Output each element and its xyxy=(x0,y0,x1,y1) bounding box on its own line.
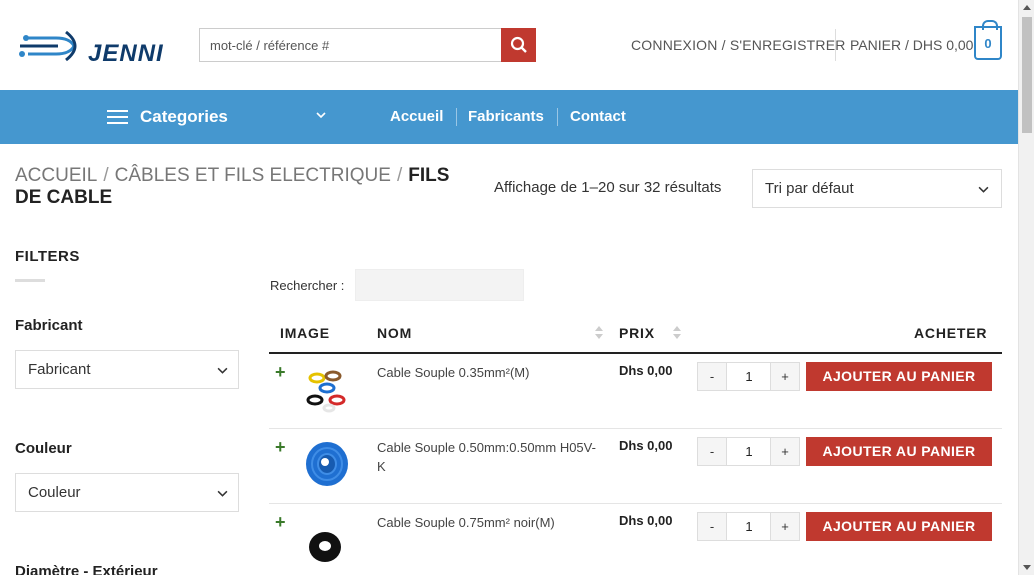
table-row: + Cable Souple 0.50mm:0.50mm H05V-K Dhs … xyxy=(269,429,1002,504)
scroll-thumb[interactable] xyxy=(1022,17,1032,133)
chevron-down-icon xyxy=(217,367,228,374)
product-name[interactable]: Cable Souple 0.50mm:0.50mm H05V-K xyxy=(377,438,597,476)
sort-select[interactable]: Tri par défaut xyxy=(752,169,1002,208)
table-search-label: Rechercher : xyxy=(270,278,345,293)
breadcrumb-separator: / xyxy=(396,165,403,186)
sort-value: Tri par défaut xyxy=(765,180,854,197)
product-thumbnail[interactable] xyxy=(303,514,351,564)
search-input[interactable] xyxy=(199,28,502,62)
quantity-increment-button[interactable]: + xyxy=(770,438,799,465)
breadcrumb: ACCUEIL / CÂBLES ET FILS ELECTRIQUE / FILS D… xyxy=(15,165,465,209)
column-header-image: IMAGE xyxy=(280,325,330,341)
expand-row-icon[interactable]: + xyxy=(275,512,286,533)
table-row: + Cable Souple 0.35mm²(M) Dhs 0,00 - 1 +… xyxy=(269,354,1002,429)
filter-select-fabricant[interactable]: Fabricant xyxy=(15,350,239,389)
chevron-down-icon[interactable] xyxy=(316,110,326,120)
chevron-down-icon xyxy=(217,490,228,497)
quantity-increment-button[interactable]: + xyxy=(770,513,799,540)
column-header-price[interactable]: PRIX xyxy=(619,325,655,341)
header-divider xyxy=(835,29,836,61)
chevron-down-icon xyxy=(978,186,989,193)
filter-value: Fabricant xyxy=(28,361,91,378)
add-to-cart-button[interactable]: AJOUTER AU PANIER xyxy=(806,437,992,466)
breadcrumb-home[interactable]: ACCUEIL xyxy=(15,165,97,186)
add-to-cart-button[interactable]: AJOUTER AU PANIER xyxy=(806,512,992,541)
cart-icon[interactable]: 0 xyxy=(974,20,1002,60)
table-row: + Cable Souple 0.75mm² noir(M) Dhs 0,00 … xyxy=(269,504,1002,575)
product-name[interactable]: Cable Souple 0.75mm² noir(M) xyxy=(377,513,597,532)
categories-menu[interactable]: Categories xyxy=(107,90,228,144)
nav-link-contact[interactable]: Contact xyxy=(570,90,626,144)
breadcrumb-separator: / xyxy=(103,165,109,186)
nav-separator xyxy=(557,108,558,126)
sort-icon[interactable] xyxy=(673,325,681,341)
quantity-decrement-button[interactable]: - xyxy=(698,513,727,540)
logo-mark-icon xyxy=(19,30,77,62)
filter-label-fabricant: Fabricant xyxy=(15,317,83,334)
quantity-stepper: - 1 + xyxy=(697,362,800,391)
cart-count: 0 xyxy=(984,35,992,51)
product-price: Dhs 0,00 xyxy=(619,438,673,453)
search-form xyxy=(199,28,536,62)
table-search-input[interactable] xyxy=(355,269,524,301)
site-header: JENNI CONNEXION / S'ENREGISTRER PANIER /… xyxy=(0,0,1018,90)
quantity-stepper: - 1 + xyxy=(697,437,800,466)
filter-select-couleur[interactable]: Couleur xyxy=(15,473,239,512)
filters-divider xyxy=(15,279,45,282)
filter-value: Couleur xyxy=(28,484,81,501)
hamburger-icon xyxy=(107,109,128,125)
page-scrollbar[interactable] xyxy=(1018,0,1034,575)
expand-row-icon[interactable]: + xyxy=(275,437,286,458)
scroll-up-icon[interactable] xyxy=(1023,5,1031,10)
search-icon xyxy=(510,36,527,53)
product-thumbnail[interactable] xyxy=(303,439,351,489)
quantity-input[interactable]: 1 xyxy=(727,363,771,390)
column-header-name[interactable]: NOM xyxy=(377,325,412,341)
categories-label: Categories xyxy=(140,107,228,126)
quantity-stepper: - 1 + xyxy=(697,512,800,541)
main-nav: Categories Accueil Fabricants Contact xyxy=(0,90,1018,144)
scroll-down-icon[interactable] xyxy=(1023,565,1031,570)
nav-link-accueil[interactable]: Accueil xyxy=(390,90,443,144)
filter-label-couleur: Couleur xyxy=(15,440,72,457)
filter-label-diametre: Diamètre - Extérieur xyxy=(15,563,158,575)
product-price: Dhs 0,00 xyxy=(619,363,673,378)
quantity-increment-button[interactable]: + xyxy=(770,363,799,390)
filters-title: FILTERS xyxy=(15,248,80,265)
quantity-decrement-button[interactable]: - xyxy=(698,363,727,390)
logo-text: JENNI xyxy=(88,40,164,67)
product-thumbnail[interactable] xyxy=(303,364,351,414)
sort-icon[interactable] xyxy=(595,325,603,341)
add-to-cart-button[interactable]: AJOUTER AU PANIER xyxy=(806,362,992,391)
result-count: Affichage de 1–20 sur 32 résultats xyxy=(494,179,722,196)
nav-separator xyxy=(456,108,457,126)
breadcrumb-category[interactable]: CÂBLES ET FILS ELECTRIQUE xyxy=(115,165,391,186)
product-name[interactable]: Cable Souple 0.35mm²(M) xyxy=(377,363,597,382)
nav-link-fabricants[interactable]: Fabricants xyxy=(468,90,544,144)
cart-link[interactable]: PANIER / DHS 0,00 xyxy=(850,37,973,53)
login-register-link[interactable]: CONNEXION / S'ENREGISTRER xyxy=(631,37,846,53)
quantity-input[interactable]: 1 xyxy=(727,438,771,465)
quantity-input[interactable]: 1 xyxy=(727,513,771,540)
site-logo[interactable]: JENNI xyxy=(18,24,168,68)
search-button[interactable] xyxy=(501,28,536,62)
expand-row-icon[interactable]: + xyxy=(275,362,286,383)
column-header-buy: ACHETER xyxy=(914,325,988,341)
quantity-decrement-button[interactable]: - xyxy=(698,438,727,465)
product-price: Dhs 0,00 xyxy=(619,513,673,528)
